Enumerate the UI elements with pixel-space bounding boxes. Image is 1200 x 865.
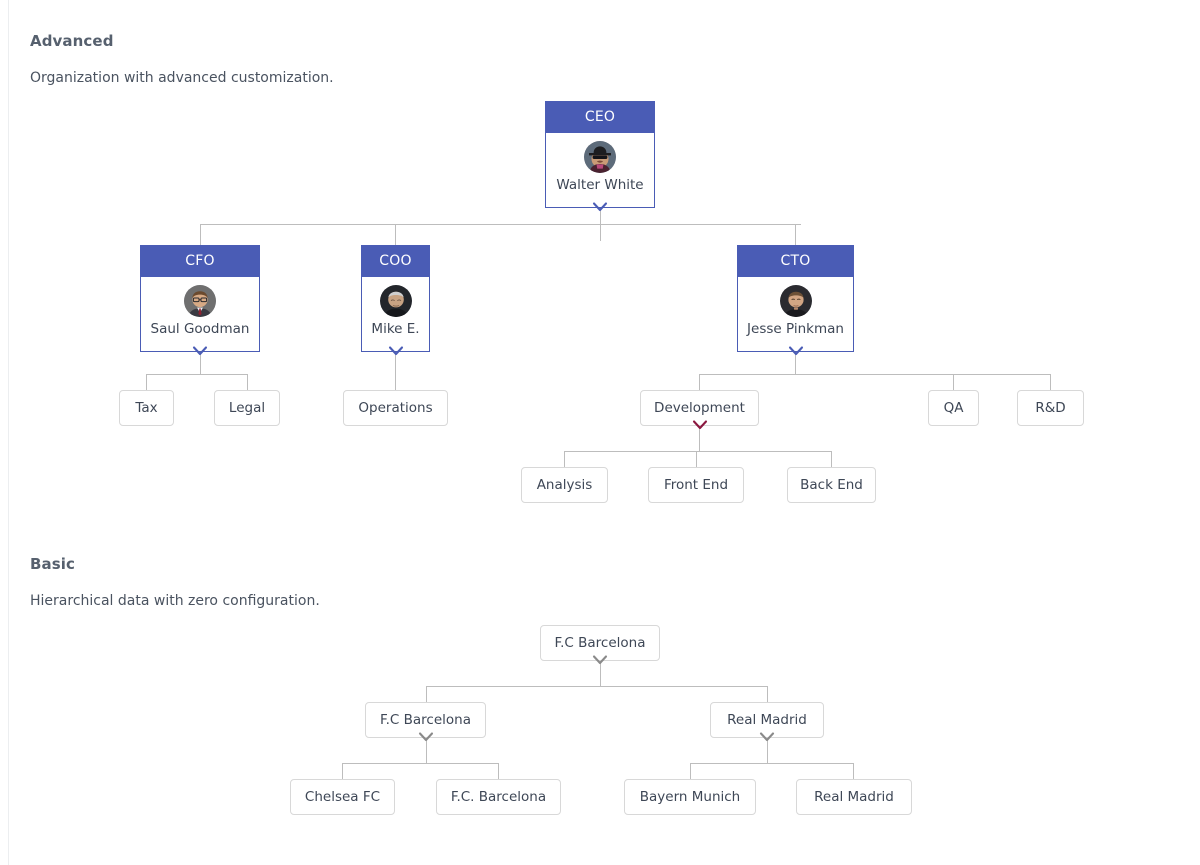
avatar-mike-ehrmantraut [380,285,412,317]
chevron-down-icon[interactable] [692,419,708,432]
chevron-down-icon[interactable] [592,201,608,214]
orgchart-node-analysis[interactable]: Analysis [521,467,608,503]
orgchart-node-development[interactable]: Development [640,390,759,426]
avatar-walter-white [584,141,616,173]
connector-backend-drop [831,451,832,467]
avatar-jesse-pinkman [780,285,812,317]
chevron-down-icon[interactable] [418,731,434,744]
node-label-basic-root: F.C Barcelona [555,635,646,651]
node-body-cfo: Saul Goodman [141,277,259,343]
connector-frontend-drop [696,451,697,467]
node-role-ceo: CEO [546,102,654,133]
connector-basic-c1-drop [342,763,343,779]
node-name-cfo: Saul Goodman [145,321,255,337]
section-description-basic: Hierarchical data with zero configuratio… [30,593,320,609]
orgchart-node-tax[interactable]: Tax [119,390,174,426]
chevron-down-icon[interactable] [592,654,608,667]
connector-basic-level2-bus [426,686,768,687]
connector-qa-drop [953,374,954,390]
orgchart-node-operations[interactable]: Operations [343,390,448,426]
section-title-basic: Basic [30,555,75,573]
node-label-basic-b1: F.C Barcelona [380,712,471,728]
orgchart-node-basic-c2[interactable]: F.C. Barcelona [436,779,561,815]
orgchart-node-coo[interactable]: COO Mike E. [361,245,430,352]
section-description-advanced: Organization with advanced customization… [30,70,334,86]
orgchart-node-qa[interactable]: QA [928,390,979,426]
chevron-down-icon[interactable] [759,731,775,744]
orgchart-node-ceo[interactable]: CEO Walter White [545,101,655,208]
connector-basic-b1-children-bus [342,763,499,764]
node-name-cto: Jesse Pinkman [742,321,849,337]
connector-development-drop [699,374,700,390]
connector-basic-c4-drop [853,763,854,779]
connector-basic-b1-drop [426,686,427,702]
orgchart-node-legal[interactable]: Legal [214,390,280,426]
section-title-advanced: Advanced [30,32,114,50]
avatar-saul-goodman [184,285,216,317]
orgchart-node-cfo[interactable]: CFO Sau [140,245,260,352]
orgchart-node-backend[interactable]: Back End [787,467,876,503]
connector-basic-c2-drop [498,763,499,779]
node-body-ceo: Walter White [546,133,654,199]
orgchart-node-basic-c3[interactable]: Bayern Munich [624,779,756,815]
connector-cto-drop [795,224,796,247]
connector-cfo-children-bus [146,374,248,375]
connector-basic-c3-drop [690,763,691,779]
orgchart-node-frontend[interactable]: Front End [648,467,744,503]
connector-basic-b2-children-bus [690,763,854,764]
connector-cfo-drop [200,224,201,247]
orgchart-page: Advanced Organization with advanced cust… [0,0,1200,865]
connector-rnd-drop [1050,374,1051,390]
node-role-cfo: CFO [141,246,259,277]
connector-coo-drop [395,224,396,247]
connector-analysis-drop [564,451,565,467]
node-body-cto: Jesse Pinkman [738,277,853,343]
node-name-coo: Mike E. [366,321,425,337]
connector-dev-children-bus [564,451,832,452]
node-body-coo: Mike E. [362,277,429,343]
orgchart-node-basic-b2[interactable]: Real Madrid [710,702,824,738]
orgchart-node-basic-c1[interactable]: Chelsea FC [290,779,395,815]
connector-legal-drop [247,374,248,390]
orgchart-node-basic-c4[interactable]: Real Madrid [796,779,912,815]
chevron-down-icon[interactable] [788,345,804,358]
node-label-development: Development [654,400,745,416]
node-name-ceo: Walter White [550,177,650,193]
node-role-coo: COO [362,246,429,277]
connector-tax-drop [146,374,147,390]
orgchart-node-cto[interactable]: CTO Jesse Pinkman [737,245,854,352]
node-role-cto: CTO [738,246,853,277]
connector-cto-children-bus [699,374,1051,375]
node-label-basic-b2: Real Madrid [727,712,807,728]
chevron-down-icon[interactable] [192,345,208,358]
connector-level2-bus [200,224,801,225]
orgchart-node-basic-root[interactable]: F.C Barcelona [540,625,660,661]
connector-basic-b2-drop [767,686,768,702]
orgchart-node-basic-b1[interactable]: F.C Barcelona [365,702,486,738]
orgchart-node-rnd[interactable]: R&D [1017,390,1084,426]
chevron-down-icon[interactable] [388,345,404,358]
